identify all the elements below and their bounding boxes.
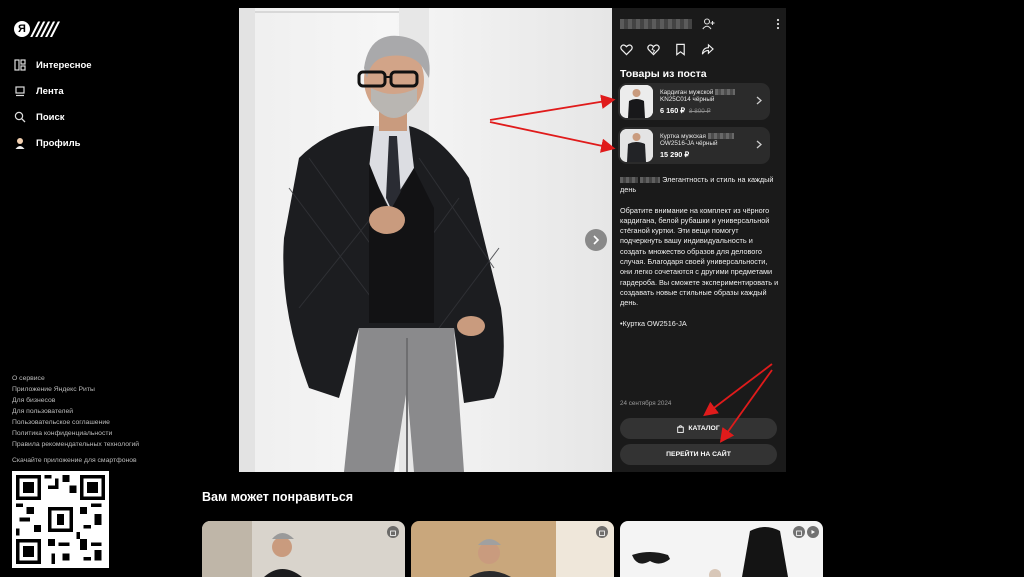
post-tag-line: •Куртка OW2516-JA: [620, 318, 687, 328]
recommendation-thumbnail: [411, 521, 614, 577]
more-options-icon[interactable]: [776, 18, 780, 30]
bookmark-icon[interactable]: [674, 43, 687, 56]
author-name-blurred[interactable]: [620, 19, 692, 29]
product-card-jacket[interactable]: Куртка мужская OW2516-JA чёрный 15 290 ₽: [618, 127, 770, 164]
dislike-heart-icon[interactable]: [647, 43, 660, 56]
product-card-cardigan[interactable]: Кардиган мужской KN25C014 чёрный 6 160 ₽…: [618, 83, 770, 120]
nav-label: Интересное: [36, 59, 92, 71]
nav-label: Поиск: [36, 111, 65, 123]
nav-item-feed[interactable]: Лента: [14, 84, 92, 98]
profile-icon: [15, 138, 25, 149]
post-photo[interactable]: [239, 8, 612, 472]
product-name: Кардиган мужской KN25C014 чёрный: [660, 89, 752, 104]
post-details-panel: Товары из поста Кардиган мужской KN25C01…: [612, 8, 786, 472]
next-photo-button[interactable]: [585, 229, 607, 251]
post-description: Элегантность и стиль на каждый день Обра…: [620, 175, 780, 339]
qr-code-icon: [16, 475, 105, 564]
shopping-bag-badge-icon: [387, 526, 399, 538]
nav-item-interesting[interactable]: Интересное: [14, 58, 92, 72]
go-to-site-button[interactable]: ПЕРЕЙТИ НА САЙТ: [620, 444, 777, 465]
nav-label: Профиль: [36, 137, 81, 149]
ritm-logo-mark: /////: [32, 18, 59, 40]
follow-user-icon[interactable]: [702, 18, 715, 30]
product-thumbnail: [620, 85, 653, 118]
recommendation-card[interactable]: [202, 521, 405, 577]
video-play-badge-icon: [807, 526, 819, 538]
footer-link-about[interactable]: О сервисе: [12, 374, 139, 383]
footer-link-app[interactable]: Приложение Яндекс Риты: [12, 385, 139, 394]
man-in-black-jacket-photo: [239, 8, 504, 472]
catalog-button-label: КАТАЛОГ: [688, 425, 720, 432]
post-body: Обратите внимание на комплект из чёрного…: [620, 205, 779, 308]
product-price: 6 160 ₽8 800 ₽: [660, 105, 711, 115]
product-price: 15 290 ₽: [660, 149, 689, 159]
recommendation-card[interactable]: [620, 521, 823, 577]
shopping-bag-badge-icon: [793, 526, 805, 538]
chevron-right-icon: [593, 235, 600, 245]
product-name: Куртка мужская OW2516-JA чёрный: [660, 133, 752, 148]
shopping-bag-badge-icon: [596, 526, 608, 538]
footer-link-business[interactable]: Для бизнесов: [12, 396, 139, 405]
product-thumbnail: [620, 129, 653, 162]
go-to-site-button-label: ПЕРЕЙТИ НА САЙТ: [666, 451, 731, 458]
footer-links: О сервисе Приложение Яндекс Риты Для биз…: [12, 374, 139, 449]
grid-icon: [14, 59, 26, 71]
nav-label: Лента: [36, 85, 64, 97]
shopping-bag-icon: [677, 424, 685, 433]
feed-icon: [15, 86, 25, 97]
products-title: Товары из поста: [620, 68, 707, 80]
footer-link-privacy[interactable]: Политика конфиденциальности: [12, 429, 139, 438]
share-icon[interactable]: [701, 43, 714, 56]
footer-link-users[interactable]: Для пользователей: [12, 407, 139, 416]
main-nav: Интересное Лента Поиск Профиль: [14, 58, 92, 150]
footer-link-recommendation-rules[interactable]: Правила рекомендательных технологий: [12, 440, 139, 449]
post-actions: [620, 43, 714, 56]
search-icon: [14, 111, 26, 123]
product-old-price: 8 800 ₽: [688, 107, 711, 115]
yandex-logo-icon: Я: [14, 21, 30, 37]
footer-link-agreement[interactable]: Пользовательское соглашение: [12, 418, 139, 427]
nav-item-profile[interactable]: Профиль: [14, 136, 92, 150]
like-heart-icon[interactable]: [620, 43, 633, 56]
nav-item-search[interactable]: Поиск: [14, 110, 92, 124]
recommendations-title: Вам может понравиться: [202, 490, 354, 504]
author-row: [620, 16, 780, 32]
post-date: 24 сентября 2024: [620, 400, 672, 407]
app-download-caption: Скачайте приложение для смартфонов: [12, 457, 137, 464]
logo[interactable]: Я /////: [14, 14, 74, 44]
recommendation-card[interactable]: [411, 521, 614, 577]
recommendation-thumbnail: [202, 521, 405, 577]
chevron-right-icon: [756, 140, 762, 149]
catalog-button[interactable]: КАТАЛОГ: [620, 418, 777, 439]
chevron-right-icon: [756, 96, 762, 105]
app-qr-code: [12, 471, 109, 568]
